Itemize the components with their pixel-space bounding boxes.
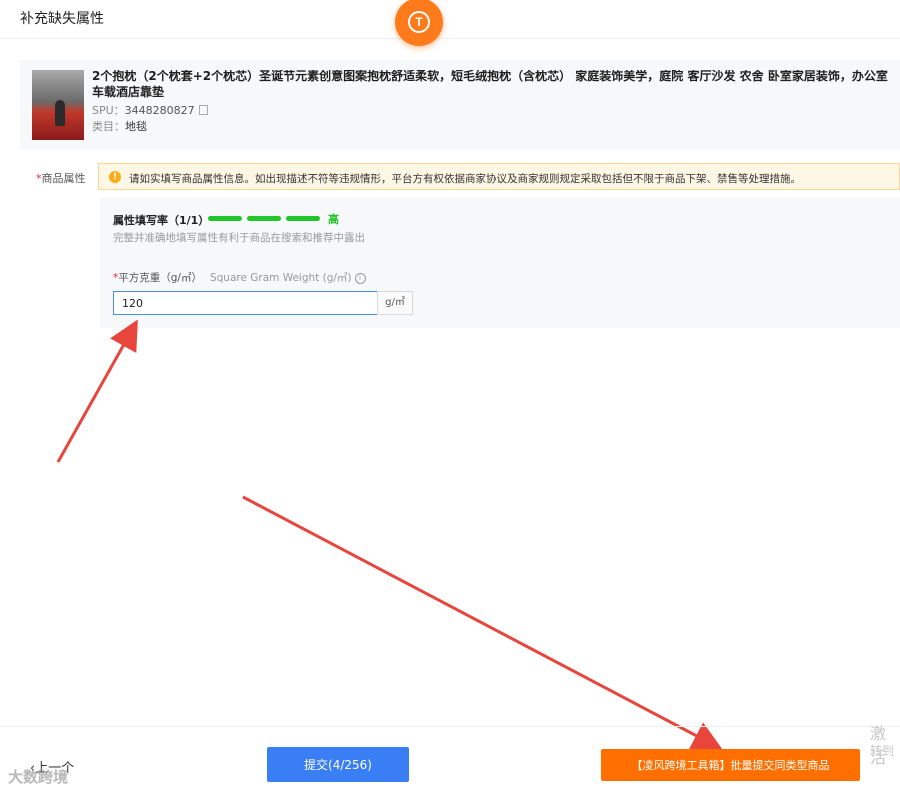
- fill-rate-bar-segment: [247, 216, 281, 221]
- arrow-to-batch-button: [242, 495, 723, 750]
- fill-rate-hint: 完整并准确地填写属性有利于商品在搜索和推荐中露出: [113, 232, 365, 244]
- compliance-notice: ! 请如实填写商品属性信息。如出现描述不符等违规情形，平台方有权依据商家协议及商…: [98, 163, 900, 190]
- fill-rate-bar-segment: [208, 216, 242, 221]
- arrow-to-input: [56, 319, 138, 463]
- spu-label: SPU：: [92, 104, 125, 117]
- fill-rate-label: 属性填写率（1/1）: [113, 214, 210, 227]
- attributes-section-label: *商品属性: [36, 170, 86, 186]
- category-value: 地毯: [125, 120, 147, 133]
- toolbox-logo[interactable]: T: [395, 0, 443, 46]
- attributes-section-text: 商品属性: [41, 172, 86, 185]
- field-label-en: Square Gram Weight (g/㎡): [209, 272, 352, 284]
- notice-text: 请如实填写商品属性信息。如出现描述不符等违规情形，平台方有权依据商家协议及商家规…: [129, 173, 801, 185]
- product-title-continued: 车载酒店靠垫: [92, 85, 165, 99]
- windows-activation-subtext: 转到: [870, 744, 895, 758]
- category-label: 类目：: [92, 120, 125, 133]
- unit-suffix: g/㎡: [377, 291, 413, 315]
- logo-letter: T: [408, 11, 430, 33]
- square-gram-weight-input[interactable]: [113, 291, 378, 315]
- square-gram-weight-label: *平方克重（g/㎡） Square Gram Weight (g/㎡) i: [113, 270, 366, 285]
- thumbnail-figure: [55, 100, 65, 126]
- footer-divider: [0, 726, 900, 727]
- spu-value: 3448280827: [124, 104, 195, 117]
- spu-row: SPU：3448280827: [92, 102, 208, 118]
- header-divider: [0, 38, 900, 39]
- page-title: 补充缺失属性: [20, 11, 104, 27]
- warning-icon: !: [109, 171, 121, 183]
- submit-button[interactable]: 提交(4/256): [267, 747, 409, 782]
- batch-submit-button[interactable]: 【凌风跨境工具箱】批量提交同类型商品: [601, 749, 860, 781]
- fill-rate-bar-segment: [286, 216, 320, 221]
- watermark: 大数跨境: [8, 768, 69, 786]
- field-label-cn: 平方克重（g/㎡）: [118, 272, 202, 284]
- category-row: 类目：地毯: [92, 118, 147, 134]
- copy-icon[interactable]: [198, 105, 208, 115]
- info-icon[interactable]: i: [354, 273, 366, 284]
- fill-level-badge: 高: [328, 213, 339, 226]
- product-title: 2个抱枕（2个枕套+2个枕芯）圣诞节元素创意图案抱枕舒适柔软，短毛绒抱枕（含枕芯…: [92, 70, 888, 83]
